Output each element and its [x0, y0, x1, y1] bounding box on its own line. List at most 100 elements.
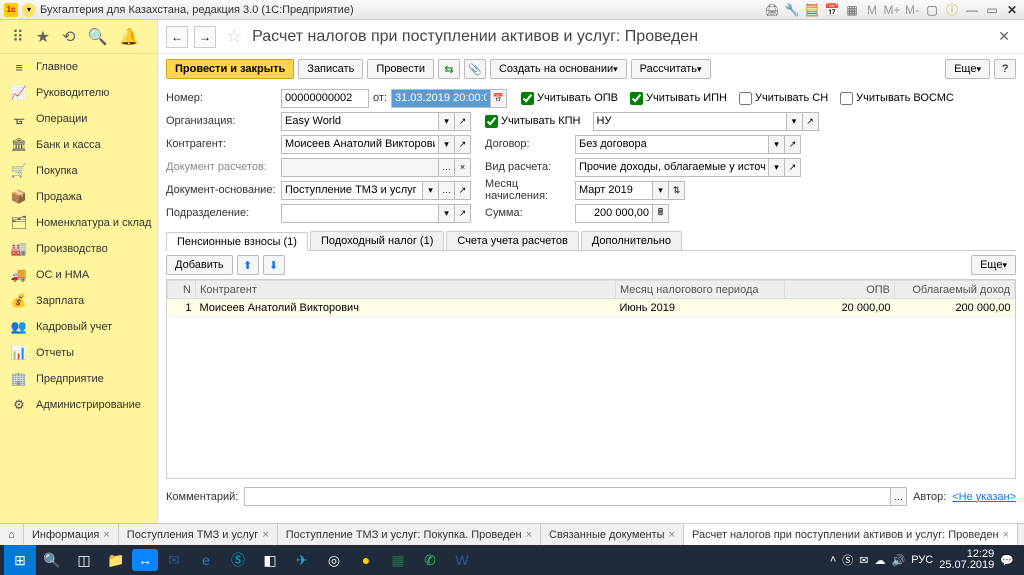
sidebar-item-purchase[interactable]: 🛒Покупка — [0, 158, 157, 184]
sidebar-item-reports[interactable]: 📊Отчеты — [0, 340, 157, 366]
vid-input[interactable] — [575, 158, 769, 177]
more-dropdown[interactable]: Еще — [945, 59, 990, 79]
col-period[interactable]: Месяц налогового периода — [616, 281, 785, 299]
dropdown-icon[interactable]: ▾ — [439, 135, 455, 154]
m-icon[interactable]: M — [864, 2, 880, 18]
col-ctr[interactable]: Контрагент — [196, 281, 616, 299]
number-input[interactable] — [281, 89, 369, 108]
skype-icon[interactable]: Ⓢ — [222, 545, 254, 575]
x-icon[interactable]: × — [455, 158, 471, 177]
more-icon[interactable]: … — [891, 487, 907, 506]
more-icon[interactable]: … — [439, 181, 455, 200]
box-icon[interactable]: ▢ — [924, 2, 940, 18]
tab-pension[interactable]: Пенсионные взносы (1) — [166, 232, 308, 251]
sidebar-item-production[interactable]: 🏭Производство — [0, 236, 157, 262]
tool-icon[interactable]: 🔧 — [784, 2, 800, 18]
history-icon[interactable]: ⟲ — [62, 27, 75, 47]
tray-lang[interactable]: РУС — [911, 554, 933, 566]
tab-income-tax[interactable]: Подоходный налог (1) — [310, 231, 444, 250]
chrome-icon[interactable]: ◎ — [318, 545, 350, 575]
dropdown-icon[interactable]: ▾ — [439, 204, 455, 223]
dept-input[interactable] — [281, 204, 439, 223]
sidebar-item-admin[interactable]: ⚙Администрирование — [0, 392, 157, 418]
org-input[interactable] — [281, 112, 439, 131]
chk-opv[interactable]: Учитывать ОПВ — [521, 92, 618, 105]
document-close-button[interactable]: ✕ — [998, 28, 1016, 45]
sidebar-item-operations[interactable]: ᚗОперации — [0, 106, 157, 132]
bottom-tab[interactable]: Поступление ТМЗ и услуг: Покупка. Провед… — [278, 524, 541, 545]
grid-icon[interactable]: ▦ — [844, 2, 860, 18]
app-icon[interactable]: ◧ — [254, 545, 286, 575]
tab-close-icon[interactable]: × — [669, 529, 675, 541]
col-income[interactable]: Облагаемый доход — [895, 281, 1015, 299]
table-row[interactable]: 1 Моисеев Анатолий Викторович Июнь 2019 … — [168, 299, 1015, 317]
tray-chevron-icon[interactable]: ˄ — [830, 554, 836, 566]
open-icon[interactable]: ↗ — [455, 204, 471, 223]
chk-sn[interactable]: Учитывать СН — [739, 92, 828, 105]
col-n[interactable]: N — [168, 281, 196, 299]
help-button[interactable]: ? — [994, 59, 1016, 79]
whatsapp-icon[interactable]: ✆ — [414, 545, 446, 575]
save-button[interactable]: Записать — [298, 59, 363, 79]
bell-icon[interactable]: 🔔 — [119, 27, 139, 47]
tray-clock[interactable]: 12:29 25.07.2019 — [939, 549, 994, 571]
move-down-button[interactable]: ⬇ — [263, 255, 285, 275]
tab-accounts[interactable]: Счета учета расчетов — [446, 231, 578, 250]
table-more-dropdown[interactable]: Еще — [971, 255, 1016, 275]
close-icon[interactable]: ✕ — [1004, 2, 1020, 18]
teamviewer-icon[interactable]: ↔ — [132, 549, 158, 571]
outlook-icon[interactable]: ✉ — [158, 545, 190, 575]
sidebar-item-salary[interactable]: 💰Зарплата — [0, 288, 157, 314]
open-icon[interactable]: ↗ — [785, 135, 801, 154]
sidebar-item-enterprise[interactable]: 🏢Предприятие — [0, 366, 157, 392]
tab-close-icon[interactable]: × — [526, 529, 532, 541]
sidebar-item-bank[interactable]: 🏛Банк и касса — [0, 132, 157, 158]
dropdown-icon[interactable]: ▾ — [787, 112, 803, 131]
sidebar-item-stock[interactable]: 🗂Номенклатура и склад — [0, 210, 157, 236]
attachment-button[interactable]: 📎 — [464, 59, 486, 79]
open-icon[interactable]: ↗ — [455, 181, 471, 200]
dropdown-icon[interactable]: ▾ — [653, 181, 669, 200]
sidebar-item-main[interactable]: ≡Главное — [0, 54, 157, 80]
search-icon[interactable]: 🔍 — [87, 27, 107, 47]
calendar-icon[interactable]: 📅 — [824, 2, 840, 18]
tab-additional[interactable]: Дополнительно — [581, 231, 682, 250]
sidebar-item-director[interactable]: 📈Руководителю — [0, 80, 157, 106]
col-opv[interactable]: ОПВ — [785, 281, 895, 299]
sum-input[interactable] — [575, 204, 653, 223]
telegram-icon[interactable]: ✈ — [286, 545, 318, 575]
dropdown-icon[interactable]: ▾ — [769, 158, 785, 177]
dropdown-icon[interactable]: ▾ — [439, 112, 455, 131]
tray-volume-icon[interactable]: 🔊 — [892, 554, 906, 567]
favorite-icon[interactable]: ★ — [36, 27, 50, 47]
structure-button[interactable]: ⇆ — [438, 59, 460, 79]
dropdown-icon[interactable]: ▾ — [769, 135, 785, 154]
month-input[interactable] — [575, 181, 653, 200]
m-minus-icon[interactable]: M- — [904, 2, 920, 18]
bottom-tab[interactable]: Связанные документы× — [541, 524, 684, 545]
chk-vosms[interactable]: Учитывать ВОСМС — [840, 92, 954, 105]
stepper-icon[interactable]: ⇅ — [669, 181, 685, 200]
search-button[interactable]: 🔍 — [36, 545, 68, 575]
print-icon[interactable]: 🖨 — [764, 2, 780, 18]
add-row-button[interactable]: Добавить — [166, 255, 233, 275]
word-icon[interactable]: W — [446, 545, 478, 575]
author-link[interactable]: <Не указан> — [952, 491, 1016, 503]
calc-icon[interactable]: 🧮 — [804, 2, 820, 18]
maximize-icon[interactable]: ▭ — [984, 2, 1000, 18]
dropdown-icon[interactable]: ▾ — [423, 181, 439, 200]
nav-forward-button[interactable]: → — [194, 26, 216, 48]
ctr-input[interactable] — [281, 135, 439, 154]
tab-close-icon[interactable]: × — [262, 529, 268, 541]
apps-icon[interactable]: ⠿ — [12, 27, 24, 47]
bottom-tab[interactable]: Поступления ТМЗ и услуг× — [119, 524, 278, 545]
nav-back-button[interactable]: ← — [166, 26, 188, 48]
sidebar-item-hr[interactable]: 👥Кадровый учет — [0, 314, 157, 340]
tray-notifications-icon[interactable]: 💬 — [1000, 554, 1014, 567]
calendar-picker-icon[interactable]: 📅 — [491, 89, 507, 108]
favorite-star-icon[interactable]: ☆ — [226, 26, 242, 47]
bottom-tab-active[interactable]: Расчет налогов при поступлении активов и… — [684, 524, 1018, 545]
bottom-tab[interactable]: Информация× — [24, 524, 119, 545]
tab-close-icon[interactable]: × — [1003, 529, 1009, 541]
calculate-dropdown[interactable]: Рассчитать — [631, 59, 711, 79]
